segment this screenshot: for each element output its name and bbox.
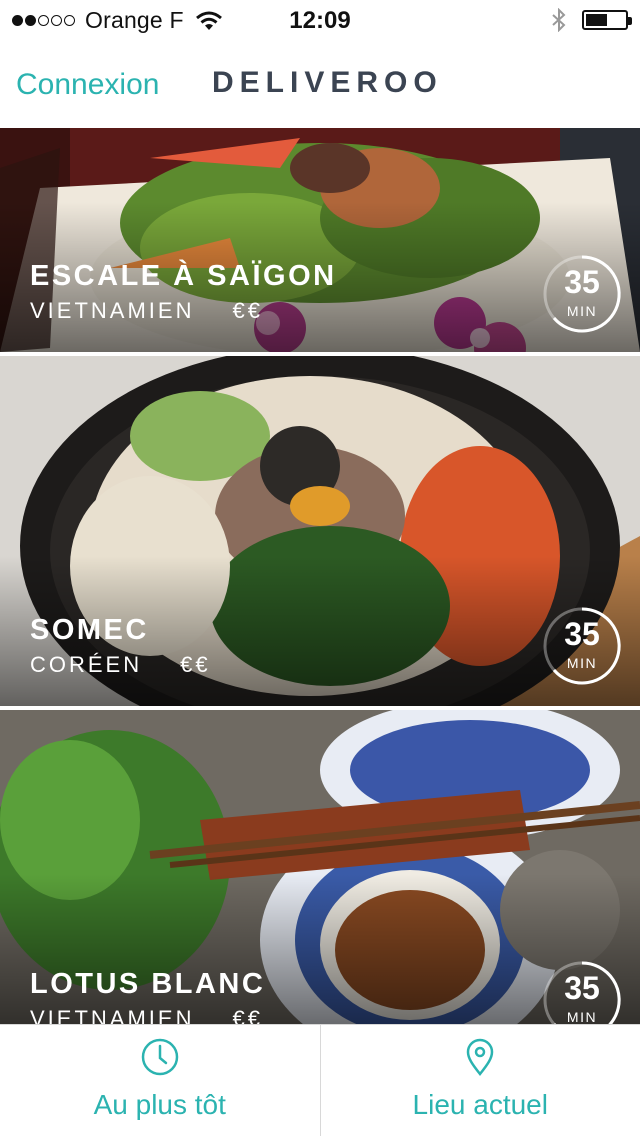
eta-value: 35 <box>564 970 600 1006</box>
tab-current-location[interactable]: Lieu actuel <box>319 1025 640 1136</box>
eta-value: 35 <box>564 616 600 652</box>
restaurant-name: LOTUS BLANC <box>30 968 266 1000</box>
tab-label: Au plus tôt <box>93 1089 226 1120</box>
restaurant-card[interactable]: SOMEC CORÉEN €€ 35 MIN <box>0 356 640 706</box>
restaurant-price: €€ <box>232 1006 263 1024</box>
status-bar: Orange F 12:09 <box>0 0 640 40</box>
restaurant-meta: VIETNAMIEN €€ <box>30 298 263 324</box>
delivery-time-badge: 35 MIN <box>542 254 622 334</box>
app-screen: Orange F 12:09 Connexion DELIVEROO ESCAL… <box>0 0 640 1136</box>
delivery-time-badge: 35 MIN <box>542 606 622 686</box>
bottom-tab-bar: Au plus tôt Lieu actuel <box>0 1024 640 1136</box>
eta-unit: MIN <box>566 303 598 319</box>
clock-icon <box>141 1038 178 1076</box>
restaurant-cuisine: CORÉEN <box>30 652 143 677</box>
eta-unit: MIN <box>566 655 598 671</box>
nav-bar: Connexion DELIVEROO <box>0 40 640 128</box>
battery-level <box>586 14 607 26</box>
restaurant-cuisine: VIETNAMIEN <box>30 1006 195 1024</box>
status-right <box>552 8 632 32</box>
restaurant-meta: CORÉEN €€ <box>30 652 211 678</box>
tab-earliest[interactable]: Au plus tôt <box>0 1025 320 1136</box>
delivery-time-badge: 35 MIN <box>542 960 622 1024</box>
brand-logo: DELIVEROO <box>212 66 443 99</box>
login-button[interactable]: Connexion <box>16 68 159 102</box>
restaurant-meta: VIETNAMIEN €€ <box>30 1006 263 1024</box>
bluetooth-icon <box>552 8 566 32</box>
restaurant-card[interactable]: LOTUS BLANC VIETNAMIEN €€ 35 MIN <box>0 710 640 1024</box>
eta-value: 35 <box>564 264 600 300</box>
restaurant-name: ESCALE À SAÏGON <box>30 260 337 292</box>
tab-label: Lieu actuel <box>412 1089 548 1120</box>
restaurant-price: €€ <box>180 652 211 677</box>
location-pin-icon <box>466 1038 494 1077</box>
restaurant-cuisine: VIETNAMIEN <box>30 298 195 323</box>
restaurant-price: €€ <box>232 298 263 323</box>
eta-unit: MIN <box>566 1009 598 1024</box>
restaurant-name: SOMEC <box>30 614 149 646</box>
status-time: 12:09 <box>289 7 351 34</box>
battery-icon <box>582 10 632 30</box>
restaurant-card[interactable]: ESCALE À SAÏGON VIETNAMIEN €€ 35 MIN <box>0 128 640 352</box>
